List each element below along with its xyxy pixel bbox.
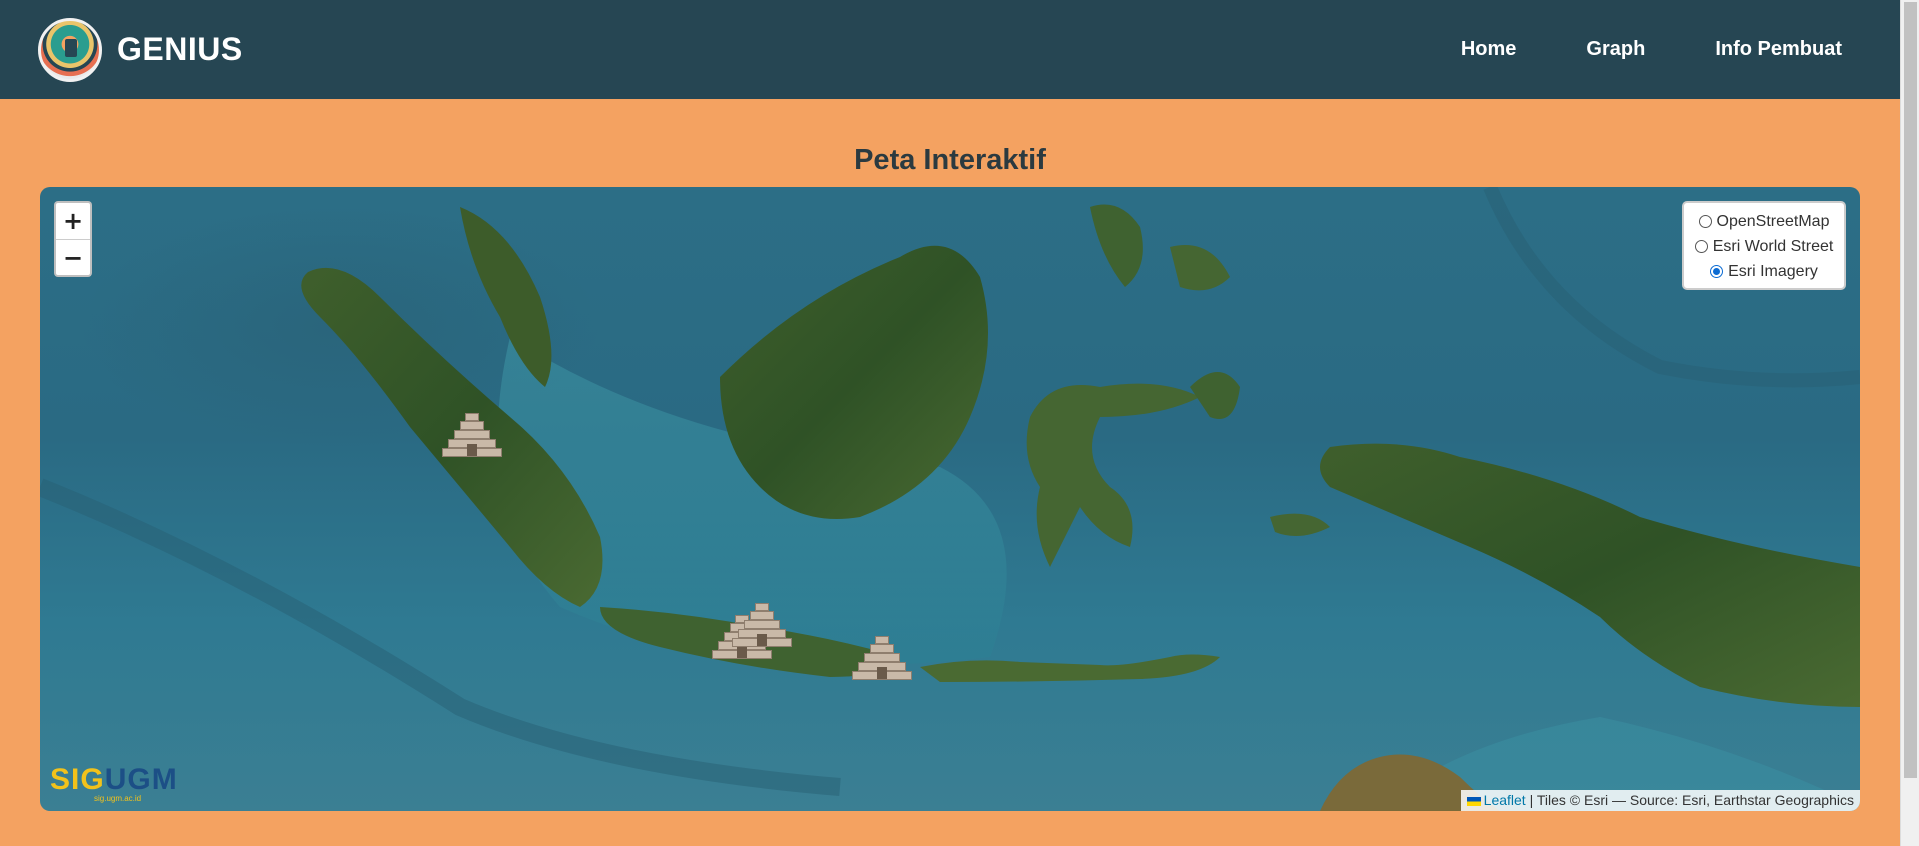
temple-marker-icon[interactable]	[440, 409, 504, 457]
layer-label: Esri Imagery	[1728, 262, 1818, 280]
page-scrollbar[interactable]	[1900, 0, 1919, 846]
zoom-out-button[interactable]: −	[56, 239, 90, 275]
scrollbar-thumb[interactable]	[1904, 2, 1917, 778]
zoom-control: + −	[54, 201, 92, 277]
temple-marker-icon[interactable]	[730, 599, 794, 647]
layer-option-esri-world-street[interactable]: Esri World Street	[1692, 234, 1836, 259]
layer-control: OpenStreetMap Esri World Street Esri Ima…	[1682, 201, 1846, 290]
page-title: Peta Interaktif	[854, 144, 1046, 176]
nav-links: Home Graph Info Pembuat	[1391, 38, 1842, 61]
map-attribution: Leaflet | Tiles © Esri — Source: Esri, E…	[1460, 790, 1860, 811]
radio-icon[interactable]	[1698, 215, 1712, 228]
satellite-imagery	[40, 187, 1860, 811]
attribution-text: | Tiles © Esri — Source: Esri, Earthstar…	[1525, 792, 1854, 808]
sig-ugm-url: sig.ugm.ac.id	[94, 794, 142, 803]
logo-text-ugm: UGM	[104, 763, 178, 796]
layer-label: Esri World Street	[1712, 237, 1834, 255]
layer-option-esri-imagery[interactable]: Esri Imagery	[1692, 259, 1836, 284]
genius-logo-icon	[38, 17, 102, 82]
layer-option-openstreetmap[interactable]: OpenStreetMap	[1692, 209, 1836, 234]
brand[interactable]: GENIUS	[38, 17, 243, 82]
nav-graph[interactable]: Graph	[1586, 38, 1645, 61]
logo-text-sig: SIG	[50, 763, 105, 796]
leaflet-link[interactable]: Leaflet	[1484, 792, 1526, 808]
nav-info-pembuat[interactable]: Info Pembuat	[1715, 38, 1842, 61]
interactive-map[interactable]: + − OpenStreetMap Esri World Street Esri…	[40, 187, 1860, 811]
navbar: GENIUS Home Graph Info Pembuat	[0, 0, 1900, 99]
temple-marker-icon[interactable]	[850, 632, 914, 680]
brand-name: GENIUS	[117, 31, 243, 67]
layer-label: OpenStreetMap	[1716, 212, 1830, 230]
ukraine-flag-icon	[1466, 796, 1481, 806]
radio-icon[interactable]	[1694, 240, 1708, 253]
sig-ugm-logo: SIGUGM	[50, 763, 178, 797]
zoom-in-button[interactable]: +	[56, 203, 90, 239]
nav-home[interactable]: Home	[1461, 38, 1517, 61]
radio-checked-icon[interactable]	[1710, 265, 1724, 278]
